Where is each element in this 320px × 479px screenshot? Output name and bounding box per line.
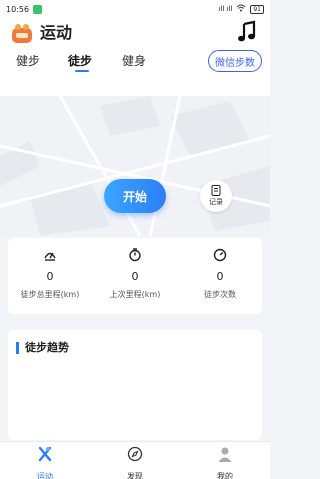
tab-jianbu[interactable]: 健步	[16, 52, 40, 70]
active-tab-indicator	[75, 70, 89, 72]
nav-item-profile[interactable]: 我的	[195, 444, 255, 479]
record-label: 记录	[209, 198, 223, 206]
nav-item-sport[interactable]: 运动	[15, 444, 75, 479]
stat-label: 上次里程(km)	[109, 290, 161, 299]
start-button[interactable]: 开始	[104, 179, 166, 213]
tab-jianshen[interactable]: 健身	[122, 52, 146, 70]
distance-icon	[44, 252, 56, 261]
page-title: 运动	[40, 23, 73, 42]
nav-item-discover[interactable]: 发现	[105, 444, 165, 479]
record-button[interactable]: 记录	[200, 180, 232, 212]
status-time: 10:56	[6, 4, 30, 14]
sport-tabs: 健步 徒步 健身 微信步数	[0, 50, 270, 92]
gauge-icon	[213, 248, 227, 262]
compass-icon	[127, 446, 143, 462]
stats-card: 0 徒步总里程(km) 0 上次里程(km) 0 徒步次数	[8, 238, 262, 314]
stat-value: 0	[46, 270, 54, 283]
app-logo-icon	[10, 22, 34, 46]
signal-icon: ıll ıll	[218, 5, 233, 13]
stat-value: 0	[216, 270, 224, 283]
stat-label: 徒步次数	[204, 290, 236, 299]
nav-label: 我的	[217, 472, 233, 479]
stat-last-distance: 0 上次里程(km)	[93, 248, 177, 300]
wechat-steps-button[interactable]: 微信步数	[208, 50, 262, 72]
record-icon	[211, 185, 221, 196]
stat-label: 徒步总里程(km)	[20, 290, 80, 299]
stat-total-distance: 0 徒步总里程(km)	[8, 248, 92, 300]
bottom-nav: 运动 发现 我的	[0, 441, 270, 479]
map-background	[0, 96, 270, 236]
nav-label: 发现	[127, 472, 143, 479]
tab-tubu[interactable]: 徒步	[68, 52, 92, 70]
wifi-icon	[236, 4, 246, 14]
status-bar: 10:56 ıll ıll 91	[0, 0, 270, 18]
header: 运动 健步 徒步 健身 微信步数	[0, 18, 270, 96]
notification-icon	[33, 4, 43, 14]
sport-icon	[38, 446, 52, 462]
trend-title: 徒步趋势	[16, 342, 69, 354]
nav-label: 运动	[37, 472, 53, 479]
music-icon[interactable]	[236, 20, 258, 44]
profile-icon	[218, 447, 232, 462]
stat-hike-count: 0 徒步次数	[178, 248, 262, 300]
stat-value: 0	[131, 270, 139, 283]
trend-card: 徒步趋势	[8, 330, 262, 440]
battery-indicator: 91	[250, 4, 264, 14]
timer-icon	[129, 248, 141, 262]
